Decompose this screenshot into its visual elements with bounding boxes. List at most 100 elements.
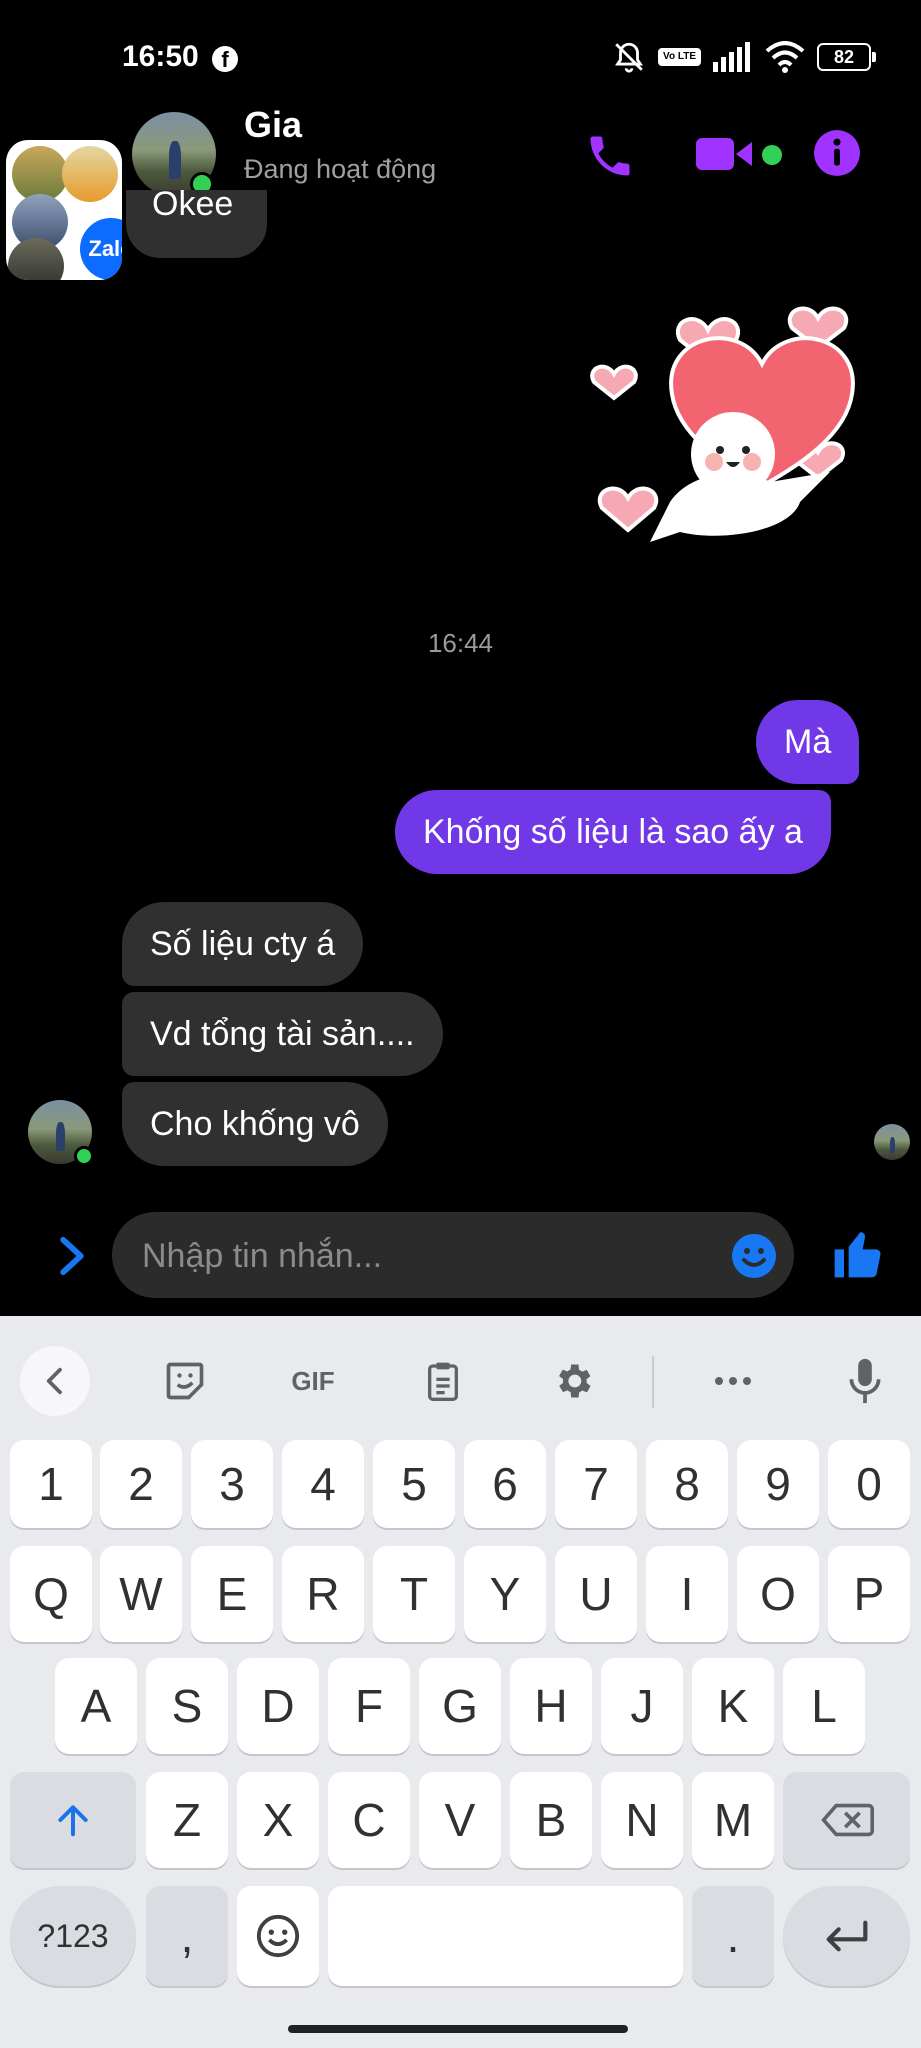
contact-name[interactable]: Gia	[244, 104, 302, 146]
chevron-right-icon	[60, 1236, 84, 1276]
key-7[interactable]: 7	[555, 1440, 637, 1528]
battery-icon: 82	[817, 43, 876, 71]
key-4[interactable]: 4	[282, 1440, 364, 1528]
key-1[interactable]: 1	[10, 1440, 92, 1528]
thumbs-up-icon	[834, 1232, 881, 1278]
status-time: 16:50	[122, 40, 199, 73]
backspace-icon	[820, 1803, 874, 1837]
space-key[interactable]	[328, 1886, 683, 1986]
enter-key[interactable]	[783, 1886, 910, 1986]
key-b[interactable]: B	[510, 1772, 592, 1868]
key-p[interactable]: P	[828, 1546, 910, 1642]
key-e[interactable]: E	[191, 1546, 273, 1642]
period-key[interactable]: .	[692, 1886, 774, 1986]
heart-character-sticker-icon	[590, 306, 855, 542]
zalo-chat-head[interactable]: Zalo	[6, 140, 122, 280]
key-d[interactable]: D	[237, 1658, 319, 1754]
sticker-icon	[166, 1362, 204, 1400]
message-text: Vd tổng tài sản....	[150, 1015, 415, 1053]
key-5[interactable]: 5	[373, 1440, 455, 1528]
symbols-key[interactable]: ?123	[10, 1886, 136, 1986]
key-u[interactable]: U	[555, 1546, 637, 1642]
status-icons: Vo LTE 82	[612, 40, 876, 74]
key-2[interactable]: 2	[100, 1440, 182, 1528]
heart-sticker[interactable]	[590, 302, 860, 567]
key-c[interactable]: C	[328, 1772, 410, 1868]
gif-button[interactable]: GIF	[278, 1346, 348, 1416]
message-composer[interactable]	[112, 1212, 794, 1300]
phone-icon	[590, 136, 630, 176]
key-i[interactable]: I	[646, 1546, 728, 1642]
keyboard-collapse-toolbar-button[interactable]	[20, 1346, 90, 1416]
volte-icon: Vo LTE	[658, 48, 701, 66]
key-8[interactable]: 8	[646, 1440, 728, 1528]
key-6[interactable]: 6	[464, 1440, 546, 1528]
key-f[interactable]: F	[328, 1658, 410, 1754]
key-n[interactable]: N	[601, 1772, 683, 1868]
message-bubble-outgoing[interactable]: Khống số liệu là sao ấy a	[395, 790, 831, 874]
key-j[interactable]: J	[601, 1658, 683, 1754]
message-bubble-incoming[interactable]: Số liệu cty á	[122, 902, 364, 986]
zalo-badge: Zalo	[76, 214, 122, 280]
key-o[interactable]: O	[737, 1546, 819, 1642]
wifi-icon	[765, 41, 805, 73]
key-a[interactable]: A	[55, 1658, 137, 1754]
backspace-key[interactable]	[783, 1772, 910, 1868]
message-bubble-outgoing[interactable]: Mà	[756, 700, 860, 784]
message-text: Okee	[152, 190, 234, 223]
info-icon	[814, 130, 860, 176]
message-bubble-incoming[interactable]: Vd tổng tài sản....	[122, 992, 443, 1076]
more-options-button[interactable]	[698, 1346, 768, 1416]
voice-call-button[interactable]	[584, 130, 636, 182]
key-z[interactable]: Z	[146, 1772, 228, 1868]
key-h[interactable]: H	[510, 1658, 592, 1754]
home-indicator[interactable]	[288, 2025, 628, 2033]
key-l[interactable]: L	[783, 1658, 865, 1754]
emoji-face-icon	[256, 1914, 300, 1958]
bell-muted-icon	[615, 42, 644, 73]
signal-icon	[713, 42, 750, 72]
key-g[interactable]: G	[419, 1658, 501, 1754]
key-r[interactable]: R	[282, 1546, 364, 1642]
message-bubble-incoming[interactable]: Cho khống vô	[122, 1082, 388, 1166]
key-s[interactable]: S	[146, 1658, 228, 1754]
shift-arrow-icon	[58, 1805, 88, 1837]
contact-status: Đang hoạt động	[244, 154, 437, 184]
info-button[interactable]	[812, 128, 862, 178]
sticker-button[interactable]	[150, 1346, 220, 1416]
key-v[interactable]: V	[419, 1772, 501, 1868]
voice-input-button[interactable]	[830, 1346, 900, 1416]
message-bubble-incoming[interactable]: Okee	[126, 190, 268, 258]
key-x[interactable]: X	[237, 1772, 319, 1868]
key-w[interactable]: W	[100, 1546, 182, 1642]
key-t[interactable]: T	[373, 1546, 455, 1642]
comma-key[interactable]: ,	[146, 1886, 228, 1986]
message-text: Mà	[784, 723, 832, 761]
keyboard-settings-button[interactable]	[538, 1346, 608, 1416]
toolbar-divider	[652, 1356, 654, 1408]
clipboard-icon	[428, 1362, 458, 1401]
message-input[interactable]	[140, 1212, 684, 1300]
message-text: Khống số liệu là sao ấy a	[423, 813, 803, 851]
shift-key[interactable]	[10, 1772, 136, 1868]
key-9[interactable]: 9	[737, 1440, 819, 1528]
expand-actions-button[interactable]	[54, 1234, 90, 1283]
gear-icon	[559, 1364, 591, 1398]
key-3[interactable]: 3	[191, 1440, 273, 1528]
read-receipt-avatar	[874, 1124, 910, 1160]
video-call-button[interactable]	[694, 134, 756, 174]
chevron-left-icon	[46, 1367, 62, 1395]
key-q[interactable]: Q	[10, 1546, 92, 1642]
emoji-button[interactable]	[730, 1232, 778, 1285]
gif-label: GIF	[291, 1365, 335, 1396]
key-0[interactable]: 0	[828, 1440, 910, 1528]
key-k[interactable]: K	[692, 1658, 774, 1754]
smiley-icon	[732, 1234, 776, 1278]
key-y[interactable]: Y	[464, 1546, 546, 1642]
clipboard-button[interactable]	[408, 1346, 478, 1416]
key-m[interactable]: M	[692, 1772, 774, 1868]
active-video-dot	[762, 145, 782, 165]
emoji-key[interactable]	[237, 1886, 319, 1986]
keyboard: GIF 1 2 3 4 5 6 7 8 9 0 Q W E R T Y U I …	[0, 1316, 921, 2048]
like-button[interactable]	[830, 1226, 886, 1287]
